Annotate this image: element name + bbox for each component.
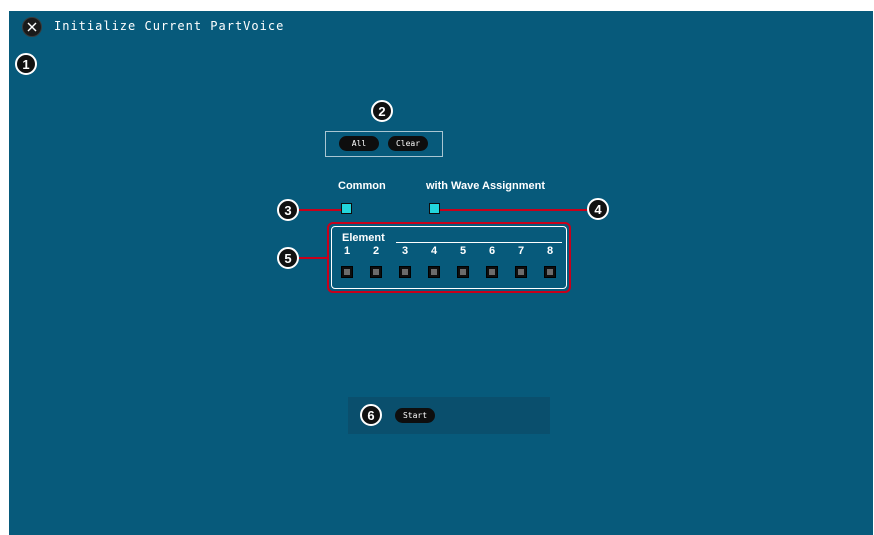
element-number-6: 6 xyxy=(488,245,496,257)
callout-4: 4 xyxy=(587,198,609,220)
element-group: Element 1 2 3 4 5 6 7 8 xyxy=(327,222,571,293)
element-3-checkbox[interactable] xyxy=(399,266,411,278)
close-icon xyxy=(27,22,37,32)
callout-1: 1 xyxy=(15,53,37,75)
main-panel: Initialize Current PartVoice 1 2 All Cle… xyxy=(9,11,873,535)
element-number-2: 2 xyxy=(372,245,380,257)
element-7-checkbox[interactable] xyxy=(515,266,527,278)
element-number-5: 5 xyxy=(459,245,467,257)
select-button-group: All Clear xyxy=(325,131,443,157)
common-label: Common xyxy=(338,180,386,192)
element-number-1: 1 xyxy=(343,245,351,257)
element-number-4: 4 xyxy=(430,245,438,257)
element-frame: Element 1 2 3 4 5 6 7 8 xyxy=(331,226,567,289)
element-8-checkbox[interactable] xyxy=(544,266,556,278)
close-button[interactable] xyxy=(22,17,42,37)
wave-assignment-checkbox[interactable] xyxy=(429,203,440,214)
callout-6: 6 xyxy=(360,404,382,426)
start-area: 6 Start xyxy=(348,397,550,434)
callout-4-line xyxy=(440,209,588,211)
element-1-checkbox[interactable] xyxy=(341,266,353,278)
element-4-checkbox[interactable] xyxy=(428,266,440,278)
element-divider xyxy=(396,242,562,243)
element-number-3: 3 xyxy=(401,245,409,257)
element-5-checkbox[interactable] xyxy=(457,266,469,278)
callout-3: 3 xyxy=(277,199,299,221)
clear-button[interactable]: Clear xyxy=(388,136,428,151)
callout-3-line xyxy=(299,209,341,211)
callout-5-line xyxy=(299,257,327,259)
element-title: Element xyxy=(342,232,385,244)
all-button[interactable]: All xyxy=(339,136,379,151)
element-number-7: 7 xyxy=(517,245,525,257)
element-2-checkbox[interactable] xyxy=(370,266,382,278)
callout-5: 5 xyxy=(277,247,299,269)
common-checkbox[interactable] xyxy=(341,203,352,214)
start-button[interactable]: Start xyxy=(395,408,435,423)
element-number-8: 8 xyxy=(546,245,554,257)
callout-2: 2 xyxy=(371,100,393,122)
page-title: Initialize Current PartVoice xyxy=(54,19,285,33)
element-6-checkbox[interactable] xyxy=(486,266,498,278)
wave-assignment-label: with Wave Assignment xyxy=(426,180,545,192)
